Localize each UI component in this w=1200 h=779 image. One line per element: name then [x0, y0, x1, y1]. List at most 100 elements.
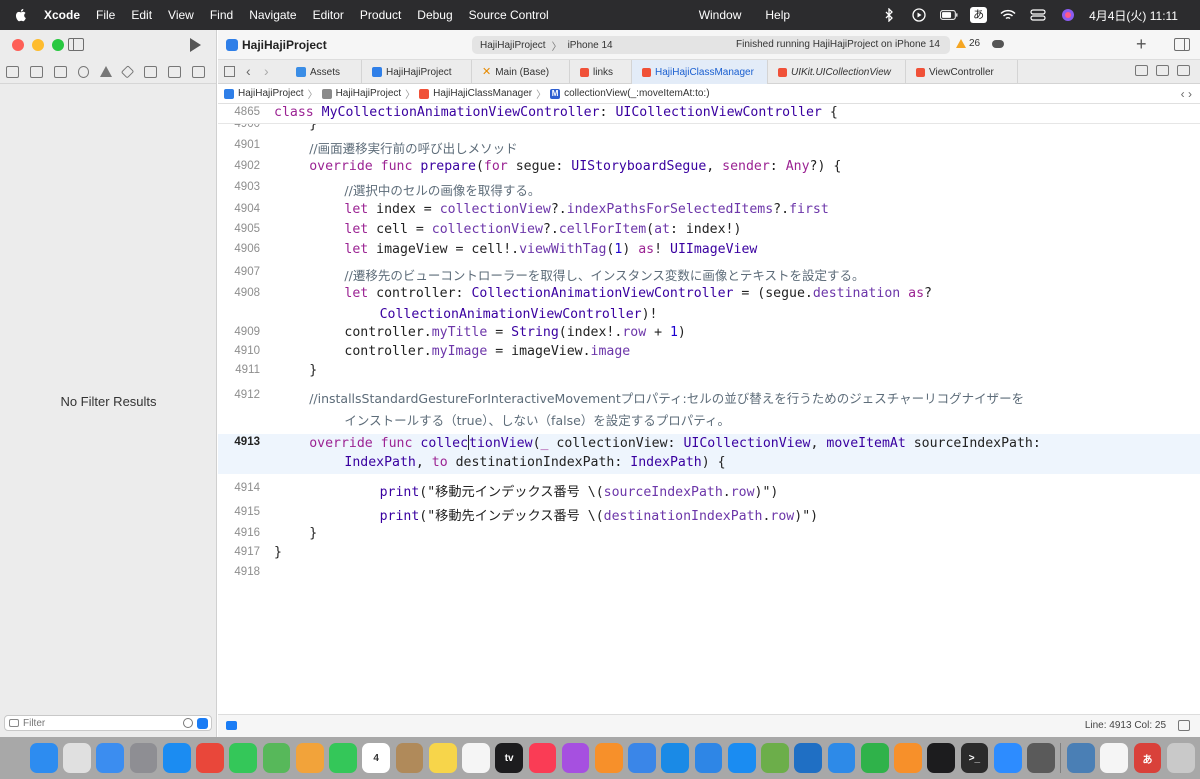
tab-assets[interactable]: Assets: [286, 60, 362, 84]
code-line[interactable]: 4917}: [218, 544, 1200, 564]
code-line[interactable]: 4905 let cell = collectionView?.cellForIt…: [218, 221, 1200, 241]
dock-app-instruments-icon[interactable]: [661, 743, 690, 773]
dock-app-podcasts-icon[interactable]: [561, 743, 590, 773]
menu-view[interactable]: View: [168, 8, 194, 22]
dock-app-safari-icon[interactable]: [162, 743, 191, 773]
battery-icon[interactable]: [940, 8, 958, 22]
dock-app-simulator-icon[interactable]: [694, 743, 723, 773]
tab-viewcontroller[interactable]: ViewController: [906, 60, 1018, 84]
menu-window[interactable]: Window: [699, 8, 742, 22]
tab-uikit-uicollectionview[interactable]: UIKit.UICollectionView: [768, 60, 906, 84]
input-method-badge[interactable]: あ: [970, 7, 988, 23]
dock-app-zoom-icon[interactable]: [993, 743, 1022, 773]
play-status-icon[interactable]: [910, 8, 928, 22]
dock-app-launchpad-icon[interactable]: [63, 743, 91, 773]
minimize-window-button[interactable]: [32, 39, 44, 51]
sidebar-toggle-icon[interactable]: [68, 38, 84, 51]
dock-app-numbers-icon[interactable]: [860, 743, 889, 773]
recent-files-icon[interactable]: [183, 718, 193, 728]
source-editor[interactable]: 4865 class MyCollectionAnimationViewCont…: [218, 104, 1200, 684]
code-line[interactable]: 4915 print("移動先インデックス番号 \(destinationInde…: [218, 504, 1200, 524]
breakpoint-navigator-icon[interactable]: [167, 65, 181, 78]
debug-area-toggle-icon[interactable]: [226, 721, 237, 730]
dock-app-vscode-icon[interactable]: [794, 743, 823, 773]
code-line[interactable]: 4906 let imageView = cell!.viewWithTag(1)…: [218, 241, 1200, 261]
dock-app-chrome-icon[interactable]: [196, 743, 224, 773]
zoom-window-button[interactable]: [52, 39, 64, 51]
menu-app-name[interactable]: Xcode: [44, 8, 80, 22]
add-library-button[interactable]: +: [1136, 34, 1147, 55]
warning-indicator[interactable]: 26: [956, 38, 980, 49]
dock-app-freeform-icon[interactable]: [628, 743, 656, 773]
code-line[interactable]: 4907 //遷移先のビューコントローラーを取得し、インスタンス変数に画像とテキス…: [218, 264, 1200, 284]
bluetooth-icon[interactable]: [880, 8, 898, 22]
code-line[interactable]: 4912 //installsStandardGestureForInteract…: [218, 387, 1200, 407]
scheme-activity-view[interactable]: HajiHajiProject 〉 iPhone 14 Finished run…: [472, 36, 950, 54]
tab-main-storyboard[interactable]: ✕ Main (Base): [472, 60, 570, 84]
dock-app-books-icon[interactable]: [594, 743, 623, 773]
issue-nav-chevrons-icon[interactable]: ‹ ›: [1181, 87, 1192, 101]
menu-edit[interactable]: Edit: [131, 8, 152, 22]
breadcrumb-project[interactable]: HajiHajiProject: [224, 88, 304, 99]
close-window-button[interactable]: [12, 39, 24, 51]
editor-options-icon[interactable]: [1156, 65, 1169, 76]
dock-app-tv-icon[interactable]: tv: [495, 743, 524, 773]
scheme-selector[interactable]: HajiHajiProject: [480, 40, 546, 51]
dock-app-music-icon[interactable]: [528, 743, 557, 773]
code-line[interactable]: 4904 let index = collectionView?.indexPat…: [218, 201, 1200, 221]
report-navigator-icon[interactable]: [191, 65, 205, 78]
dock-app-facetime-icon[interactable]: [329, 743, 357, 773]
add-editor-icon[interactable]: [1177, 65, 1190, 76]
run-play-icon[interactable]: [190, 38, 201, 52]
code-line[interactable]: 4910 controller.myImage = imageView.image: [218, 343, 1200, 363]
code-line[interactable]: 4903 //選択中のセルの画像を取得する。: [218, 179, 1200, 199]
control-center-icon[interactable]: [1029, 8, 1047, 22]
issue-navigator-icon[interactable]: [100, 66, 113, 77]
wifi-icon[interactable]: [999, 8, 1017, 22]
dock-app-calendar-icon[interactable]: 4: [362, 743, 391, 773]
navigator-filter-input[interactable]: [23, 717, 163, 729]
code-line[interactable]: 4911}: [218, 362, 1200, 382]
symbol-navigator-icon[interactable]: [54, 65, 68, 78]
tab-links[interactable]: links: [570, 60, 632, 84]
code-line[interactable]: 4914 print("移動元インデックス番号 \(sourceIndexPath…: [218, 480, 1200, 500]
dock-app-notes-icon[interactable]: [428, 743, 457, 773]
current-code-line[interactable]: 4913 override func collectionView(_ colle…: [218, 434, 1200, 454]
breadcrumb-symbol[interactable]: McollectionView(_:moveItemAt:to:): [550, 88, 710, 99]
run-destination-selector[interactable]: iPhone 14: [568, 40, 613, 51]
cloud-icon[interactable]: [992, 40, 1004, 48]
dock-app-keynote-icon[interactable]: [827, 743, 856, 773]
dock-app-app-store-icon[interactable]: [727, 743, 756, 773]
inspector-toggle-icon[interactable]: [1174, 38, 1190, 51]
dock-app-calculator-icon[interactable]: [1027, 743, 1055, 773]
dock-app-preview-icon[interactable]: [1067, 743, 1095, 773]
dock-app-messages-icon[interactable]: [229, 743, 258, 773]
breadcrumb-folder[interactable]: HajiHajiProject: [321, 88, 401, 99]
test-navigator-icon[interactable]: [121, 64, 135, 79]
menu-help[interactable]: Help: [765, 8, 790, 22]
debug-navigator-icon[interactable]: [143, 65, 157, 78]
menu-editor[interactable]: Editor: [313, 8, 344, 22]
code-line[interactable]: 4901 //画面遷移実行前の呼び出しメソッド: [218, 137, 1200, 157]
forward-chevron-icon[interactable]: ›: [264, 63, 269, 79]
split-editor-icon[interactable]: [1135, 65, 1148, 76]
dock-app-finder-icon[interactable]: [30, 743, 58, 773]
dock-app-system-settings-icon[interactable]: [129, 743, 158, 773]
filter-scope-icon[interactable]: [197, 718, 208, 729]
related-items-grid-icon[interactable]: [224, 66, 235, 77]
apple-logo-icon[interactable]: [14, 8, 28, 22]
code-line[interactable]: 4902 override func prepare(for segue: UIS…: [218, 158, 1200, 178]
code-line[interactable]: 4908 let controller: CollectionAnimationV…: [218, 285, 1200, 305]
dock-app-textedit-icon[interactable]: [1100, 743, 1129, 773]
menu-find[interactable]: Find: [210, 8, 233, 22]
code-line[interactable]: 4909 controller.myTitle = String(index!.r…: [218, 324, 1200, 344]
menu-product[interactable]: Product: [360, 8, 401, 22]
menu-file[interactable]: File: [96, 8, 115, 22]
breadcrumb-file[interactable]: HajiHajiClassManager: [419, 88, 532, 99]
project-navigator-icon[interactable]: [6, 65, 20, 78]
source-control-navigator-icon[interactable]: [30, 65, 44, 78]
dock-app-trash-icon[interactable]: [1166, 743, 1195, 773]
dock-app-archive-utility-icon[interactable]: [761, 743, 789, 773]
menu-debug[interactable]: Debug: [417, 8, 452, 22]
dock-app-maps-icon[interactable]: [262, 743, 291, 773]
